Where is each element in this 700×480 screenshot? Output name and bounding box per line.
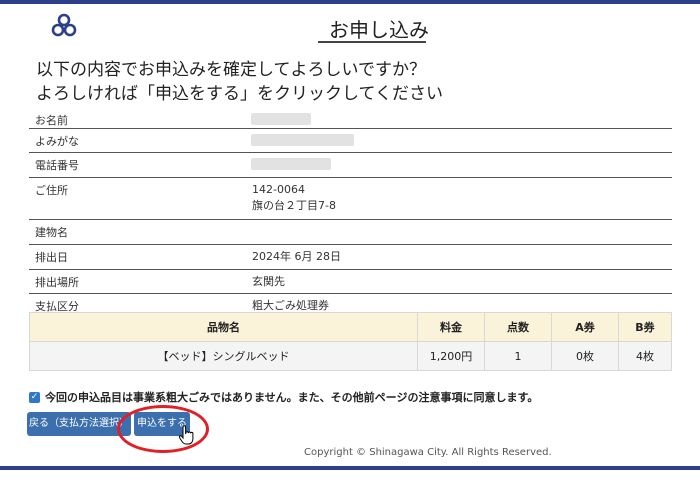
building-label: 建物名 <box>35 226 68 239</box>
cell-item-name: 【ベッド】シングルベッド <box>29 341 418 371</box>
cell-a-ticket: 0枚 <box>551 341 619 371</box>
confirm-question: 以下の内容でお申込みを確定してよろしいですか？ よろしければ「申込をする」をクリ… <box>36 58 443 106</box>
col-a-ticket: A券 <box>551 312 619 342</box>
info-row-address: ご住所 142-0064 旗の台２丁目7-8 <box>29 178 672 220</box>
city-logo-icon <box>51 13 77 37</box>
applicant-info: お名前 よみがな 電話番号 ご住所 142-0064 旗の台２丁目7-8 建物名… <box>29 108 672 318</box>
agreement-checkbox[interactable]: ✓ <box>29 391 40 403</box>
date-label: 排出日 <box>35 251 68 264</box>
phone-redacted <box>251 158 331 170</box>
confirm-question-line1: 以下の内容でお申込みを確定してよろしいですか？ <box>36 60 426 80</box>
highlight-circle <box>117 405 209 453</box>
postal-code: 142-0064 <box>252 183 305 196</box>
place-value: 玄関先 <box>252 275 285 288</box>
table-row: 【ベッド】シングルベッド 1,200円 1 0枚 4枚 <box>29 341 672 371</box>
col-count: 点数 <box>484 312 552 342</box>
col-item-name: 品物名 <box>29 312 418 342</box>
items-table-header: 品物名 料金 点数 A券 B券 <box>29 312 672 342</box>
info-row-place: 排出場所 玄関先 <box>29 270 672 294</box>
page-title: お申し込み <box>329 18 429 42</box>
bottom-accent-bar <box>0 466 700 470</box>
title-underline <box>318 41 426 43</box>
kana-redacted <box>251 134 354 146</box>
address-value: 142-0064 旗の台２丁目7-8 <box>252 182 336 214</box>
street-address: 旗の台２丁目7-8 <box>252 199 336 212</box>
agreement-row: ✓ 今回の申込品目は事業系粗大ごみではありません。また、その他前ページの注意事項… <box>29 389 538 405</box>
date-value: 2024年 6月 28日 <box>252 250 341 263</box>
info-row-name: お名前 <box>29 108 672 129</box>
name-label: お名前 <box>35 114 68 127</box>
col-price: 料金 <box>417 312 485 342</box>
info-row-date: 排出日 2024年 6月 28日 <box>29 245 672 270</box>
place-label: 排出場所 <box>35 276 79 289</box>
cell-b-ticket: 4枚 <box>618 341 672 371</box>
kana-label: よみがな <box>35 135 79 148</box>
hand-cursor-icon <box>178 425 194 445</box>
phone-label: 電話番号 <box>35 159 79 172</box>
col-b-ticket: B券 <box>618 312 672 342</box>
address-label: ご住所 <box>35 184 68 197</box>
items-table: 品物名 料金 点数 A券 B券 【ベッド】シングルベッド 1,200円 1 0枚… <box>29 312 672 371</box>
copyright-text: Copyright © Shinagawa City. All Rights R… <box>304 447 552 458</box>
back-button[interactable]: 戻る（支払方法選択） <box>27 412 131 436</box>
cell-price: 1,200円 <box>417 341 485 371</box>
info-row-phone: 電話番号 <box>29 153 672 178</box>
info-row-building: 建物名 <box>29 220 672 245</box>
confirm-question-line2: よろしければ「申込をする」をクリックしてください <box>36 84 443 104</box>
name-redacted <box>251 113 311 125</box>
agreement-text: 今回の申込品目は事業系粗大ごみではありません。また、その他前ページの注意事項に同… <box>45 391 539 404</box>
top-accent-bar <box>0 0 700 4</box>
cell-count: 1 <box>484 341 552 371</box>
info-row-kana: よみがな <box>29 129 672 153</box>
